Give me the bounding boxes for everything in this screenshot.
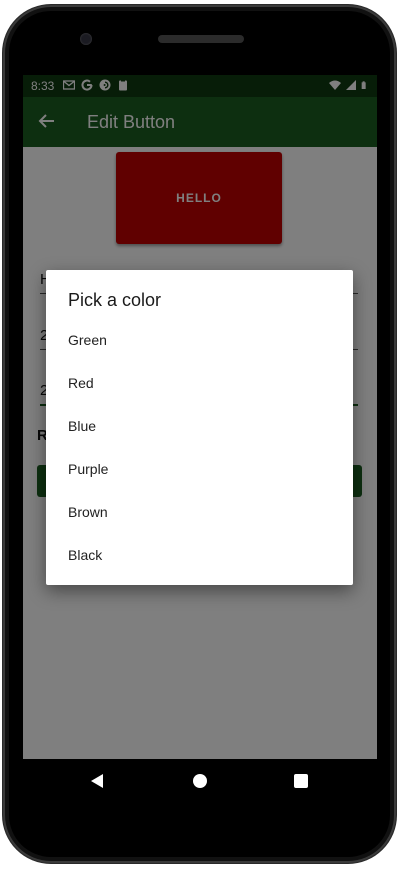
nav-recents-icon[interactable]	[294, 774, 308, 788]
color-option-green[interactable]: Green	[46, 319, 353, 362]
earpiece-speaker	[158, 35, 244, 43]
nav-home-icon[interactable]	[193, 774, 207, 788]
color-option-label: Blue	[68, 418, 97, 434]
color-option-red[interactable]: Red	[46, 362, 353, 405]
color-option-label: Green	[68, 332, 107, 348]
color-option-blue[interactable]: Blue	[46, 405, 353, 448]
front-camera	[80, 33, 92, 45]
color-picker-dialog: Pick a color Green Red Blue Purple Brown…	[46, 270, 353, 585]
color-option-purple[interactable]: Purple	[46, 448, 353, 491]
dialog-title: Pick a color	[68, 290, 162, 310]
color-option-label: Black	[68, 547, 103, 563]
navigation-bar	[23, 759, 377, 805]
color-option-black[interactable]: Black	[46, 534, 353, 577]
color-option-label: Red	[68, 375, 94, 391]
color-option-label: Purple	[68, 461, 109, 477]
color-option-label: Brown	[68, 504, 108, 520]
nav-back-icon[interactable]	[89, 773, 105, 789]
color-option-brown[interactable]: Brown	[46, 491, 353, 534]
